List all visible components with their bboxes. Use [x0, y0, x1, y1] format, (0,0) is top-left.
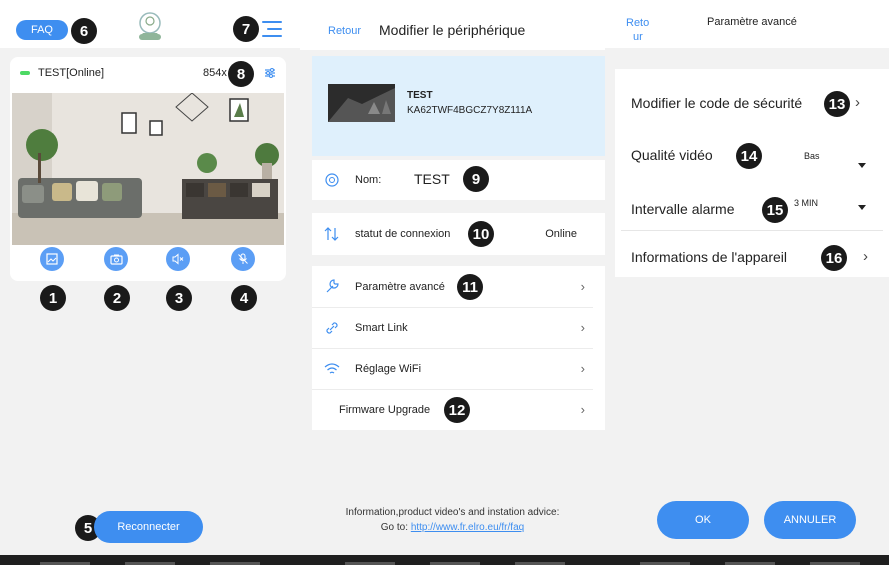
system-nav-bar	[0, 555, 300, 565]
link-icon	[326, 322, 338, 334]
menu-item-label: Paramètre avancé	[355, 281, 445, 293]
chevron-right-icon: ›	[580, 361, 585, 376]
callout-badge: 2	[104, 285, 130, 311]
header: Reto ur Paramètre avancé	[605, 0, 889, 48]
callout-badge: 15	[762, 197, 788, 223]
settings-sliders-icon[interactable]	[264, 67, 276, 79]
edit-device-screen: Retour Modifier le périphérique TEST KA6…	[300, 0, 605, 565]
page-title: Modifier le périphérique	[379, 22, 526, 38]
chevron-right-icon: ›	[580, 402, 585, 417]
faq-link[interactable]: http://www.fr.elro.eu/fr/faq	[411, 522, 524, 533]
device-id: KA62TWF4BGCZ7Y8Z111A	[407, 105, 533, 116]
app-logo-icon	[139, 12, 161, 40]
name-value: TEST	[414, 171, 450, 187]
alarm-interval-row[interactable]: Intervalle alarme 15 3 MIN	[615, 179, 889, 223]
callout-badge: 9	[463, 166, 489, 192]
menu-item-label: Réglage WiFi	[355, 363, 422, 375]
camera-icon	[109, 254, 123, 265]
image-icon	[46, 253, 58, 265]
callout-badge: 1	[40, 285, 66, 311]
camera-live-image[interactable]	[12, 93, 284, 245]
back-button[interactable]: Retour	[328, 25, 361, 37]
cancel-button[interactable]: ANNULER	[764, 501, 856, 539]
security-code-label: Modifier le code de sécurité	[631, 95, 803, 111]
ok-button[interactable]: OK	[657, 501, 749, 539]
menu-item-label: Firmware Upgrade	[339, 404, 431, 416]
menu-item-label: Smart Link	[355, 322, 408, 334]
system-nav-bar	[605, 555, 889, 565]
menu-icon[interactable]	[262, 21, 282, 37]
callout-badge: 11	[457, 274, 483, 300]
snapshot-gallery-button[interactable]	[40, 247, 64, 271]
chevron-right-icon: ›	[580, 279, 585, 294]
wifi-icon	[324, 363, 340, 374]
live-view-screen: FAQ 6 7 TEST[Online] 854x 8 1 2 3 4 5 Re…	[0, 0, 300, 565]
callout-badge: 6	[71, 18, 97, 44]
advanced-settings-screen: Reto ur Paramètre avancé Modifier le cod…	[605, 0, 889, 565]
mute-icon	[172, 253, 184, 265]
video-quality-value: Bas	[804, 151, 820, 161]
caret-down-icon	[858, 205, 866, 210]
back-button[interactable]: Reto ur	[626, 16, 656, 44]
callout-badge: 14	[736, 143, 762, 169]
callout-badge: 13	[824, 91, 850, 117]
header: Retour Modifier le périphérique	[300, 0, 605, 50]
info-goto-line: Go to: http://www.fr.elro.eu/fr/faq	[300, 520, 605, 535]
device-info-label: Informations de l'appareil	[631, 249, 787, 265]
chevron-right-icon: ›	[855, 94, 860, 111]
callout-badge: 12	[444, 397, 470, 423]
connection-value: Online	[545, 228, 577, 240]
page-title: Paramètre avancé	[707, 16, 797, 28]
chevron-right-icon: ›	[580, 320, 585, 335]
back-label-line1: Reto	[626, 17, 650, 29]
name-row[interactable]: Nom: TEST 9	[312, 160, 605, 200]
callout-badge: 8	[228, 61, 254, 87]
callout-badge: 7	[233, 16, 259, 42]
settings-menu: Paramètre avancé 11 › Smart Link › Régla…	[312, 266, 605, 430]
callout-badge: 10	[468, 221, 494, 247]
faq-button[interactable]: FAQ	[16, 20, 68, 40]
chevron-right-icon: ›	[863, 248, 868, 265]
info-text: Information,product video's and instatio…	[345, 507, 560, 518]
mic-off-icon	[238, 253, 248, 264]
caret-down-icon	[858, 163, 866, 168]
connection-status-row: statut de connexion 10 Online	[312, 213, 605, 255]
name-label: Nom:	[355, 174, 382, 186]
video-quality-label: Qualité vidéo	[631, 147, 713, 163]
menu-item-wifi-settings[interactable]: Réglage WiFi ›	[312, 349, 605, 389]
camera-name: TEST[Online]	[38, 67, 105, 79]
settings-list: Modifier le code de sécurité 13 › Qualit…	[615, 69, 889, 277]
capture-photo-button[interactable]	[104, 247, 128, 271]
device-thumbnail	[328, 84, 395, 122]
device-name: TEST	[407, 90, 433, 101]
faq-info: Information,product video's and instatio…	[300, 505, 605, 535]
device-icon	[325, 173, 339, 187]
menu-item-firmware-upgrade[interactable]: Firmware Upgrade 12 ›	[312, 390, 605, 430]
menu-item-smart-link[interactable]: Smart Link ›	[312, 308, 605, 348]
mute-toggle-button[interactable]	[166, 247, 190, 271]
online-status-dot	[20, 71, 30, 75]
resolution-label: 854x	[203, 67, 227, 79]
microphone-toggle-button[interactable]	[231, 247, 255, 271]
menu-item-advanced-settings[interactable]: Paramètre avancé 11 ›	[312, 266, 605, 306]
connection-label: statut de connexion	[355, 228, 451, 240]
back-label-line2: ur	[633, 31, 643, 43]
alarm-interval-value: 3 MIN	[794, 198, 819, 208]
callout-badge: 3	[166, 285, 192, 311]
alarm-interval-label: Intervalle alarme	[631, 201, 735, 217]
camera-card[interactable]: TEST[Online] 854x 8	[10, 57, 286, 281]
callout-badge: 16	[821, 245, 847, 271]
go-to-label: Go to:	[380, 522, 409, 533]
sort-arrows-icon	[324, 227, 339, 241]
security-code-row[interactable]: Modifier le code de sécurité 13 ›	[615, 69, 889, 135]
wrench-icon	[326, 279, 339, 293]
callout-badge: 4	[231, 285, 257, 311]
video-quality-row[interactable]: Qualité vidéo 14 Bas	[615, 135, 889, 179]
device-banner: TEST KA62TWF4BGCZ7Y8Z111A	[312, 56, 605, 156]
device-info-row[interactable]: Informations de l'appareil 16 ›	[615, 231, 889, 275]
reconnect-button[interactable]: Reconnecter	[94, 511, 203, 543]
system-nav-bar	[300, 555, 605, 565]
top-bar: FAQ 6 7	[0, 0, 300, 48]
